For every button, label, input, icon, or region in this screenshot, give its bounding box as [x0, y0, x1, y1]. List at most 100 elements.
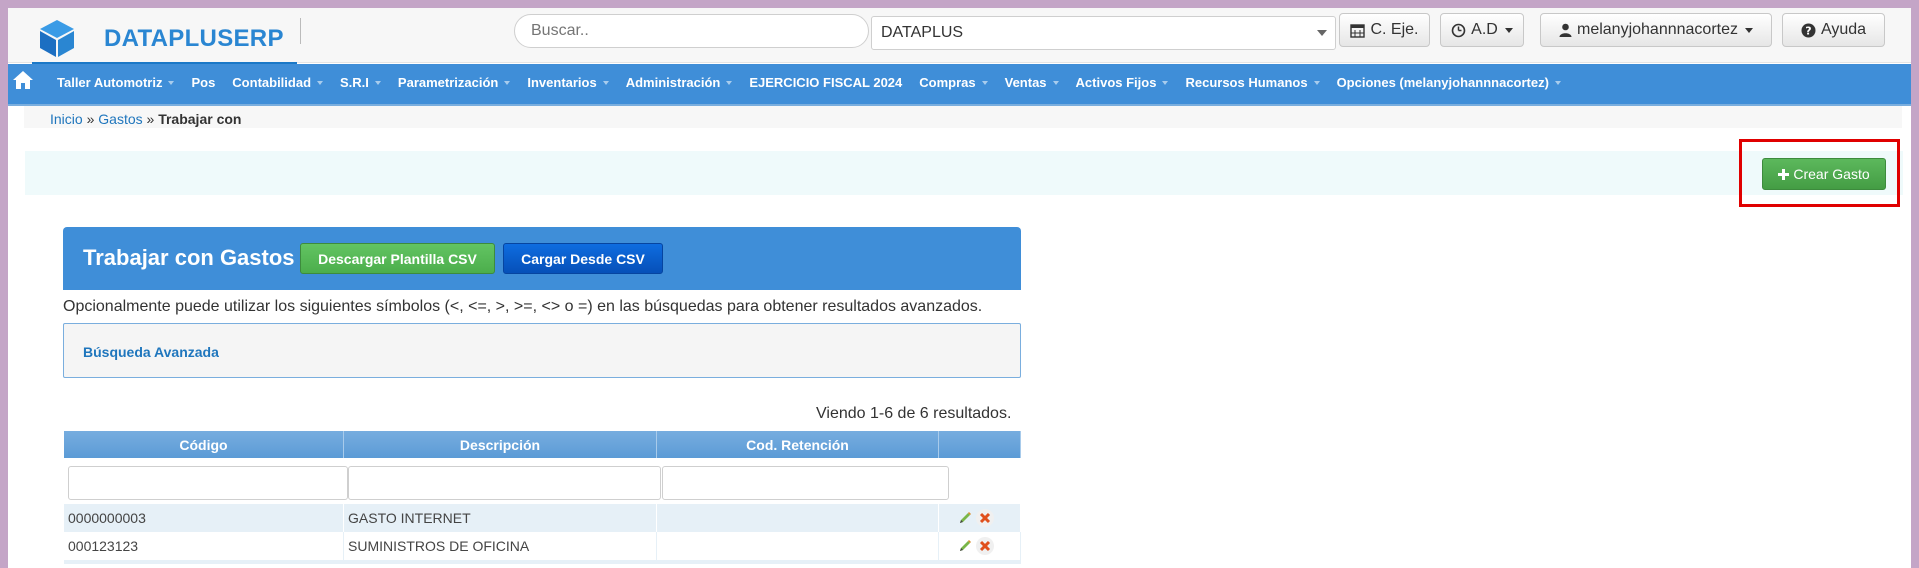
user-menu-button[interactable]: melanyjohannnacortez: [1540, 13, 1772, 47]
nav-item-3[interactable]: S.R.I: [340, 75, 381, 90]
filter-retencion-input[interactable]: [662, 466, 949, 500]
nav-item-label: Contabilidad: [232, 75, 312, 90]
caret-down-icon: [1162, 80, 1169, 85]
filter-row: [64, 458, 1021, 504]
breadcrumb-current: Trabajar con: [158, 111, 242, 127]
nav-item-9[interactable]: Ventas: [1005, 75, 1059, 90]
row-actions: [939, 504, 1021, 532]
caret-down-icon: [1052, 80, 1059, 85]
nav-item-label: Taller Automotriz: [57, 75, 163, 90]
cube-logo-icon: [40, 20, 74, 57]
caret-down-icon: [602, 80, 609, 85]
company-select[interactable]: DATAPLUS: [871, 16, 1336, 50]
delete-icon[interactable]: [976, 509, 994, 527]
nav-item-label: Inventarios: [527, 75, 597, 90]
nav-item-10[interactable]: Activos Fijos: [1076, 75, 1169, 90]
search-hint-text: Opcionalmente puede utilizar los siguien…: [63, 298, 983, 315]
delete-icon[interactable]: [976, 537, 994, 555]
nav-item-0[interactable]: Taller Automotriz: [57, 75, 175, 90]
user-icon: [1559, 23, 1572, 37]
nav-item-4[interactable]: Parametrización: [397, 75, 511, 90]
nav-item-7[interactable]: EJERCICIO FISCAL 2024: [749, 75, 902, 90]
table-row-partial: [64, 560, 1021, 564]
column-header-actions: [939, 431, 1021, 458]
breadcrumb-separator: »: [146, 111, 155, 127]
cell-descripcion: SUMINISTROS DE OFICINA: [344, 532, 657, 560]
nav-item-12[interactable]: Opciones (melanyjohannnacortez): [1337, 75, 1561, 90]
nav-item-label: Parametrización: [397, 75, 499, 90]
nav-item-label: Pos: [191, 75, 216, 90]
cell-retencion: [657, 532, 939, 560]
nav-item-6[interactable]: Administración: [626, 75, 733, 90]
load-from-csv-button[interactable]: Cargar Desde CSV: [503, 243, 663, 274]
brand-logo[interactable]: DATAPLUSERP: [32, 13, 297, 64]
column-header-codigo[interactable]: Código: [64, 431, 344, 458]
advanced-search-link[interactable]: Búsqueda Avanzada: [83, 344, 219, 360]
app-window: DATAPLUSERP DATAPLUS C. Eje. A.: [8, 8, 1911, 568]
nav-item-11[interactable]: Recursos Humanos: [1185, 75, 1320, 90]
action-bar: [25, 151, 1903, 195]
column-header-retencion[interactable]: Cod. Retención: [657, 431, 939, 458]
filter-codigo-input[interactable]: [68, 466, 348, 500]
download-csv-template-button[interactable]: Descargar Plantilla CSV: [300, 243, 495, 274]
advanced-search-panel: Búsqueda Avanzada: [63, 323, 1021, 378]
cell-retencion: [657, 504, 939, 532]
help-button[interactable]: ? Ayuda: [1782, 13, 1885, 47]
breadcrumb: Inicio » Gastos » Trabajar con: [50, 111, 241, 127]
nav-item-label: Opciones (melanyjohannnacortez): [1336, 75, 1549, 90]
caret-down-icon: [374, 80, 381, 85]
svg-text:?: ?: [1805, 24, 1811, 37]
create-gasto-button[interactable]: Crear Gasto: [1762, 158, 1886, 190]
fiscal-year-button[interactable]: C. Eje.: [1339, 13, 1430, 47]
header-divider: [300, 18, 301, 44]
cell-codigo: 0000000003: [64, 504, 344, 532]
help-label: Ayuda: [1820, 21, 1867, 38]
nav-item-2[interactable]: Contabilidad: [232, 75, 324, 90]
plus-icon: [1778, 168, 1790, 180]
row-actions: [939, 532, 1021, 560]
edit-pencil-icon[interactable]: [958, 539, 972, 553]
top-header: DATAPLUSERP DATAPLUS C. Eje. A.: [8, 8, 1911, 64]
nav-item-5[interactable]: Inventarios: [527, 75, 609, 90]
results-summary: Viendo 1-6 de 6 resultados.: [816, 405, 1012, 422]
user-menu-label: melanyjohannnacortez: [1577, 21, 1738, 38]
nav-item-label: Administración: [625, 75, 721, 90]
calendar-icon: [1350, 23, 1366, 38]
edit-pencil-icon[interactable]: [958, 511, 972, 525]
cell-descripcion: GASTO INTERNET: [344, 504, 657, 532]
nav-menu: Taller Automotriz Pos Contabilidad S.R.I Par…: [57, 75, 1578, 90]
ad-menu-button[interactable]: A.D: [1440, 13, 1524, 47]
company-select-value: DATAPLUS: [881, 24, 964, 41]
table-row: 0000000003 GASTO INTERNET: [64, 504, 1021, 532]
breadcrumb-home-link[interactable]: Inicio: [50, 111, 83, 127]
breadcrumb-gastos-link[interactable]: Gastos: [98, 111, 142, 127]
caret-down-icon: [726, 80, 733, 85]
nav-item-label: S.R.I: [340, 75, 369, 90]
column-header-descripcion[interactable]: Descripción: [344, 431, 657, 458]
nav-item-8[interactable]: Compras: [919, 75, 988, 90]
nav-item-1[interactable]: Pos: [191, 75, 215, 90]
ad-menu-label: A.D: [1471, 21, 1498, 38]
caret-down-icon: [1313, 80, 1320, 85]
caret-down-icon: [317, 80, 324, 85]
panel-header: Trabajar con Gastos Descargar Plantilla …: [63, 227, 1021, 290]
caret-down-icon: [981, 80, 988, 85]
caret-down-icon: [1554, 80, 1561, 85]
nav-item-label: EJERCICIO FISCAL 2024: [749, 75, 903, 90]
breadcrumb-separator: »: [86, 111, 95, 127]
create-gasto-label: Crear Gasto: [1793, 166, 1870, 182]
page-title: Trabajar con Gastos: [83, 245, 295, 270]
brand-name: DATAPLUSERP: [104, 25, 284, 52]
filter-descripcion-input[interactable]: [348, 466, 661, 500]
search-input[interactable]: [514, 14, 869, 48]
grid-header: Código Descripción Cod. Retención: [64, 431, 1021, 458]
chevron-down-icon: [1317, 30, 1327, 36]
nav-item-label: Activos Fijos: [1075, 75, 1157, 90]
home-icon[interactable]: [12, 70, 34, 90]
gastos-grid: Código Descripción Cod. Retención 000000…: [64, 431, 1021, 564]
main-navbar: Taller Automotriz Pos Contabilidad S.R.I Par…: [8, 64, 1911, 106]
caret-down-icon: [1745, 27, 1753, 33]
question-circle-icon: ?: [1801, 23, 1816, 37]
caret-down-icon: [504, 80, 511, 85]
caret-down-icon: [1504, 27, 1513, 33]
